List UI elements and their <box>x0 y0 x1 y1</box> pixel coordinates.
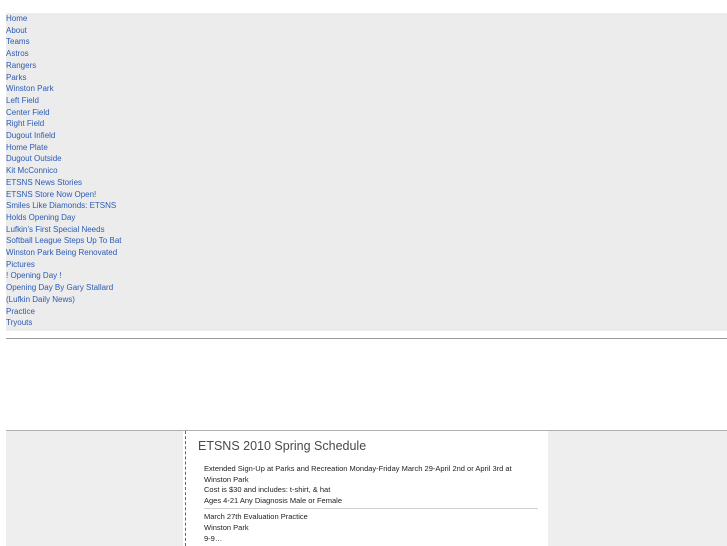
parks-submenu: Winston Park Left Field Center Field Rig… <box>6 83 727 177</box>
nav-item-tryouts[interactable]: Tryouts <box>6 317 727 329</box>
nav-item-astros[interactable]: Astros <box>6 48 727 60</box>
nav-link-home[interactable]: Home <box>6 14 27 23</box>
time-text: 9-9… <box>204 533 223 543</box>
nav-item-parks[interactable]: Parks Winston Park Left Field Center Fie… <box>6 72 727 177</box>
nav-link-left-field[interactable]: Left Field <box>6 96 39 105</box>
evaluation-text: March 27th Evaluation Practice <box>204 512 308 522</box>
nav-link-astros[interactable]: Astros <box>6 49 29 58</box>
nav-item-kit-mcconnico[interactable]: Kit McConnico <box>6 165 727 177</box>
page-title: ETSNS 2010 Spring Schedule <box>198 439 367 453</box>
winston-park-submenu: Left Field Center Field Right Field Dugo… <box>6 95 727 165</box>
nav-item-rangers[interactable]: Rangers <box>6 60 727 72</box>
nav-item-special-needs-league[interactable]: Lufkin’s First Special Needs Softball Le… <box>6 224 727 247</box>
nav-item-home-plate[interactable]: Home Plate <box>6 142 727 154</box>
nav-link-home-plate[interactable]: Home Plate <box>6 143 48 152</box>
main-navigation: Home About Teams Astros Rangers Parks Wi… <box>6 13 727 331</box>
nav-item-teams[interactable]: Teams Astros Rangers <box>6 36 727 71</box>
nav-item-opening-day-stallard[interactable]: Opening Day By Gary Stallard (Lufkin Dai… <box>6 282 727 305</box>
pictures-submenu: ! Opening Day ! Opening Day By Gary Stal… <box>6 270 727 329</box>
nav-link-opening-day[interactable]: ! Opening Day ! <box>6 271 62 280</box>
nav-item-winston-renovated[interactable]: Winston Park Being Renovated <box>6 247 727 259</box>
nav-item-winston-park[interactable]: Winston Park Left Field Center Field Rig… <box>6 83 727 165</box>
nav-item-about[interactable]: About <box>6 25 727 37</box>
nav-link-teams[interactable]: Teams <box>6 37 30 46</box>
nav-link-dugout-infield[interactable]: Dugout Infield <box>6 131 55 140</box>
nav-item-dugout-outside[interactable]: Dugout Outside <box>6 153 727 165</box>
ages-text: Ages 4-21 Any Diagnosis Male or Female <box>204 495 342 505</box>
right-sidebar <box>548 431 727 546</box>
nav-item-practice[interactable]: Practice <box>6 306 727 318</box>
nav-menu: Home About Teams Astros Rangers Parks Wi… <box>6 13 727 329</box>
teams-submenu: Astros Rangers <box>6 48 727 71</box>
nav-item-right-field[interactable]: Right Field <box>6 118 727 130</box>
nav-link-opening-day-stallard[interactable]: Opening Day By Gary Stallard (Lufkin Dai… <box>6 282 126 305</box>
nav-link-center-field[interactable]: Center Field <box>6 108 50 117</box>
nav-link-smiles-like-diamonds[interactable]: Smiles Like Diamonds: ETSNS Holds Openin… <box>6 200 126 223</box>
location-text: Winston Park <box>204 522 249 532</box>
content-band: ETSNS 2010 Spring Schedule Extended Sign… <box>6 430 727 546</box>
schedule-divider <box>204 508 538 510</box>
news-submenu: ETSNS Store Now Open! Smiles Like Diamon… <box>6 189 727 259</box>
nav-link-right-field[interactable]: Right Field <box>6 119 44 128</box>
nav-link-winston-renovated[interactable]: Winston Park Being Renovated <box>6 248 117 257</box>
nav-item-smiles-like-diamonds[interactable]: Smiles Like Diamonds: ETSNS Holds Openin… <box>6 200 727 223</box>
nav-link-special-needs-league[interactable]: Lufkin’s First Special Needs Softball Le… <box>6 224 131 247</box>
schedule-text: Extended Sign-Up at Parks and Recreation… <box>204 464 538 544</box>
nav-item-opening-day[interactable]: ! Opening Day ! <box>6 270 727 282</box>
nav-item-left-field[interactable]: Left Field <box>6 95 727 107</box>
nav-link-about[interactable]: About <box>6 26 27 35</box>
nav-item-center-field[interactable]: Center Field <box>6 107 727 119</box>
cost-text: Cost is $30 and includes: t-shirt, & hat <box>204 485 331 495</box>
nav-link-parks[interactable]: Parks <box>6 73 26 82</box>
nav-link-kit-mcconnico[interactable]: Kit McConnico <box>6 166 58 175</box>
nav-link-rangers[interactable]: Rangers <box>6 61 36 70</box>
nav-link-pictures[interactable]: Pictures <box>6 260 35 269</box>
nav-link-practice[interactable]: Practice <box>6 307 35 316</box>
nav-item-pictures[interactable]: Pictures ! Opening Day ! Opening Day By … <box>6 259 727 329</box>
left-sidebar <box>6 431 183 546</box>
nav-link-news-stories[interactable]: ETSNS News Stories <box>6 178 82 187</box>
signup-text: Extended Sign-Up at Parks and Recreation… <box>204 464 512 484</box>
nav-item-store-open[interactable]: ETSNS Store Now Open! <box>6 189 727 201</box>
nav-item-dugout-infield[interactable]: Dugout Infield <box>6 130 727 142</box>
nav-item-news-stories[interactable]: ETSNS News Stories ETSNS Store Now Open!… <box>6 177 727 259</box>
main-content: ETSNS 2010 Spring Schedule Extended Sign… <box>185 431 549 546</box>
divider <box>6 338 727 339</box>
nav-link-store-open[interactable]: ETSNS Store Now Open! <box>6 190 96 199</box>
nav-link-tryouts[interactable]: Tryouts <box>6 318 32 327</box>
nav-link-dugout-outside[interactable]: Dugout Outside <box>6 154 62 163</box>
nav-link-winston-park[interactable]: Winston Park <box>6 84 54 93</box>
nav-item-home[interactable]: Home <box>6 13 727 25</box>
